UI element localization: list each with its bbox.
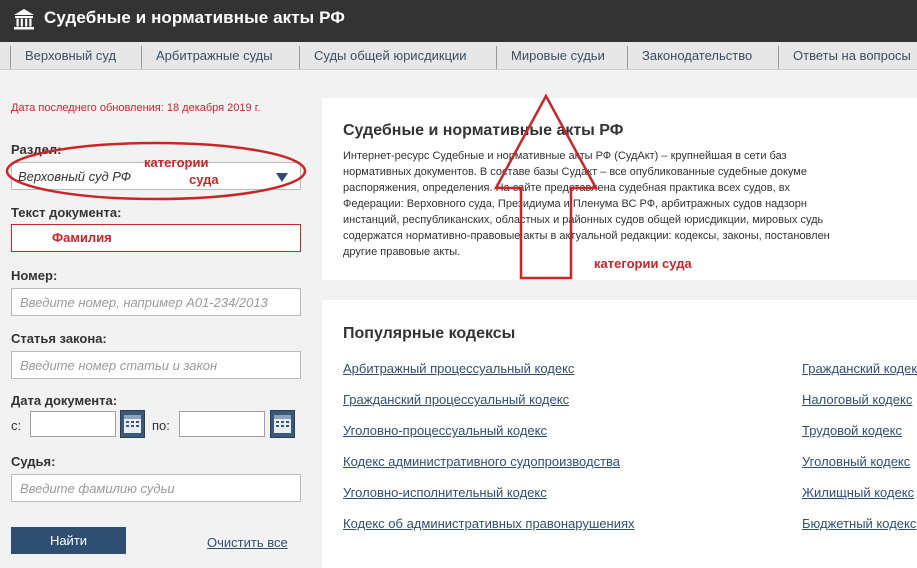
document-text-label: Текст документа: (11, 205, 122, 220)
about-panel: Судебные и нормативные акты РФ Интернет-… (322, 98, 917, 280)
annotation-court-category-label: категории суда (594, 256, 692, 271)
last-update-note: Дата последнего обновления: 18 декабря 2… (11, 102, 261, 114)
site-title[interactable]: Судебные и нормативные акты РФ (44, 8, 345, 28)
number-label: Номер: (11, 268, 58, 283)
code-link[interactable]: Кодекс об административных правонарушени… (343, 516, 635, 531)
about-text: Интернет-ресурс Судебные и нормативные а… (343, 148, 917, 260)
about-line: содержатся нормативно-правовые акты в ак… (343, 230, 830, 242)
calendar-icon[interactable] (120, 410, 145, 438)
clear-all-link[interactable]: Очистить все (207, 535, 288, 550)
annotation-court-category: категории суда (144, 154, 219, 188)
date-to-label: по: (152, 418, 170, 433)
code-link[interactable]: Уголовный кодекс (802, 454, 910, 469)
nav-item-arbitration-courts[interactable]: Арбитражные суды (146, 42, 283, 69)
judge-label: Судья: (11, 454, 56, 469)
nav-separator (10, 46, 11, 69)
code-link[interactable]: Кодекс административного судопроизводств… (343, 454, 620, 469)
date-from-input[interactable] (30, 411, 116, 437)
date-from-label: с: (11, 418, 22, 433)
code-link[interactable]: Арбитражный процессуальный кодекс (343, 361, 574, 376)
annotation-line: категории (144, 155, 209, 170)
find-button[interactable]: Найти (11, 527, 126, 554)
popular-codes-panel: Популярные кодексы Арбитражный процессуа… (322, 300, 917, 568)
code-link[interactable]: Жилищный кодекс (802, 485, 914, 500)
law-article-input[interactable] (11, 351, 301, 379)
about-line: нормативных документов. В составе базы С… (343, 166, 807, 178)
code-link[interactable]: Бюджетный кодекс (802, 516, 916, 531)
code-link[interactable]: Трудовой кодекс (802, 423, 902, 438)
chevron-down-icon[interactable] (276, 173, 288, 182)
code-link[interactable]: Налоговый кодекс (802, 392, 912, 407)
code-link[interactable]: Гражданский процессуальный кодекс (343, 392, 569, 407)
code-link[interactable]: Гражданский кодекс (802, 361, 917, 376)
section-label: Раздел: (11, 142, 62, 157)
code-link[interactable]: Уголовно-процессуальный кодекс (343, 423, 547, 438)
nav-separator (299, 46, 300, 69)
nav-item-magistrates[interactable]: Мировые судьи (501, 42, 615, 69)
courthouse-icon[interactable] (12, 7, 36, 31)
document-text-input[interactable]: Фамилия (11, 224, 301, 252)
nav-separator (141, 46, 142, 69)
nav-separator (627, 46, 628, 69)
section-select-value: Верховный суд РФ (18, 169, 132, 184)
nav-item-legislation[interactable]: Законодательство (632, 42, 762, 69)
about-line: распоряжения, определения. На сайте пред… (343, 182, 791, 194)
annotation-line: суда (189, 172, 219, 187)
nav-separator (496, 46, 497, 69)
law-article-label: Статья закона: (11, 331, 107, 346)
about-line: инстанций, республиканских, областных и … (343, 214, 824, 226)
judge-input[interactable] (11, 474, 301, 502)
nav-item-supreme-court[interactable]: Верховный суд (15, 42, 126, 69)
code-link[interactable]: Уголовно-исполнительный кодекс (343, 485, 547, 500)
annotation-surname: Фамилия (52, 230, 112, 245)
date-to-input[interactable] (179, 411, 265, 437)
calendar-icon[interactable] (270, 410, 295, 438)
number-input[interactable] (11, 288, 301, 316)
about-line: Интернет-ресурс Судебные и нормативные а… (343, 150, 787, 162)
about-line: Федерации: Верховного суда, Президиума и… (343, 198, 807, 210)
main-nav: Верховный суд Арбитражные суды Суды обще… (0, 42, 917, 70)
document-date-label: Дата документа: (11, 393, 118, 408)
nav-separator (778, 46, 779, 69)
nav-item-faq[interactable]: Ответы на вопросы (783, 42, 917, 69)
popular-codes-title: Популярные кодексы (343, 325, 516, 342)
site-header: Судебные и нормативные акты РФ (0, 0, 917, 42)
about-title: Судебные и нормативные акты РФ (343, 122, 624, 139)
nav-item-general-courts[interactable]: Суды общей юрисдикции (304, 42, 477, 69)
